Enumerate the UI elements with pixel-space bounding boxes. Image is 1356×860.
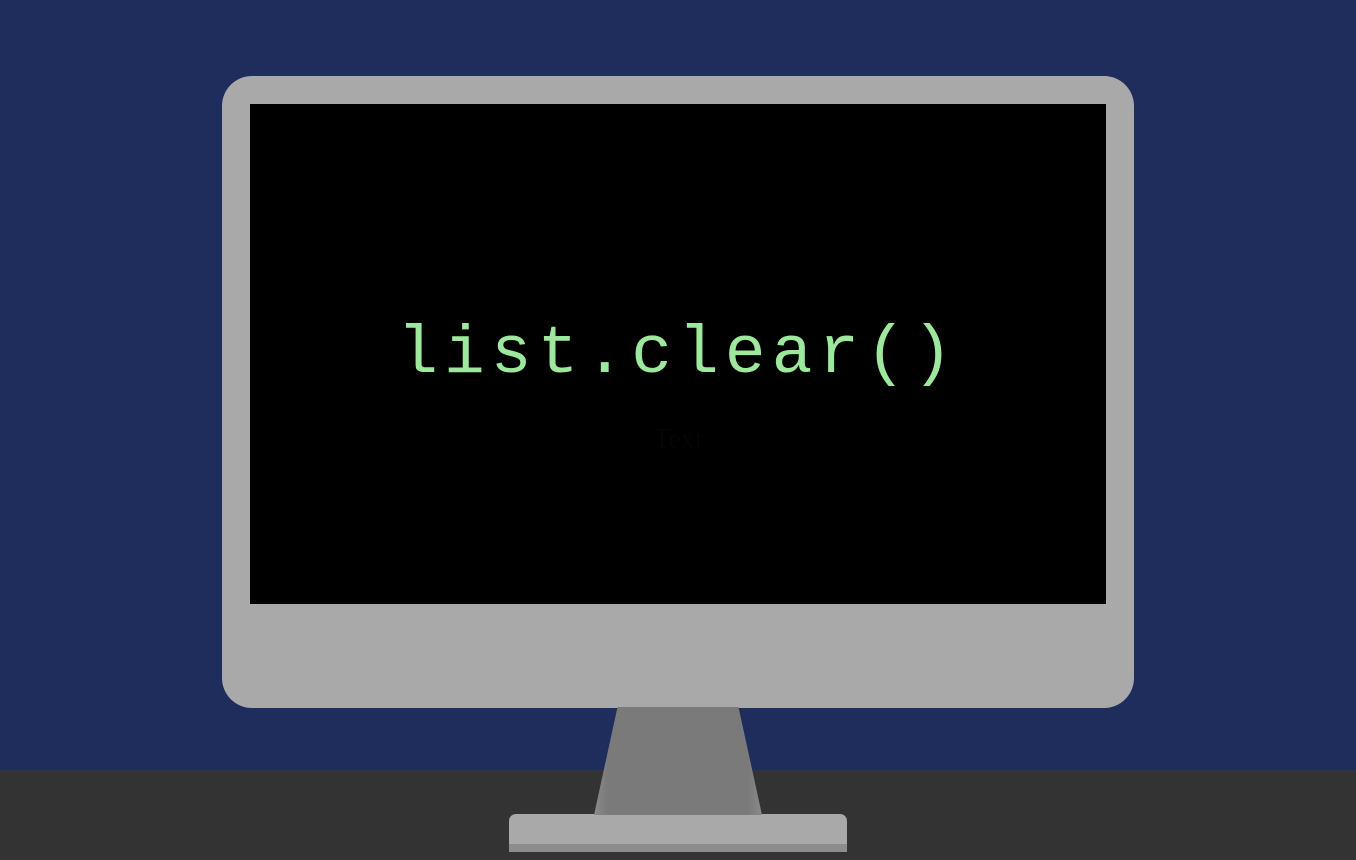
- monitor-stand-neck: [594, 707, 762, 815]
- monitor: list.clear() Text: [222, 76, 1134, 852]
- monitor-screen: list.clear() Text: [250, 104, 1106, 604]
- monitor-bezel: list.clear() Text: [222, 76, 1134, 708]
- monitor-stand-base: [509, 814, 847, 844]
- placeholder-text: Text: [653, 424, 702, 456]
- monitor-stand-base-shadow: [509, 844, 847, 852]
- code-display: list.clear(): [397, 316, 959, 393]
